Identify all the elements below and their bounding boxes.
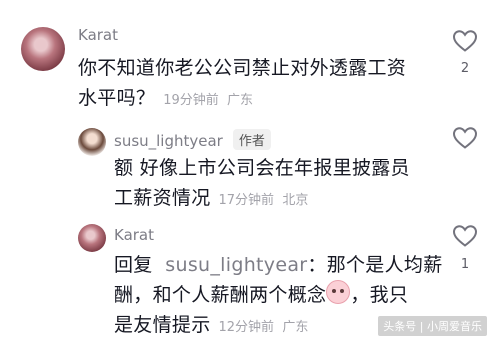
comment-1: Karat 你不知道你老公公司禁止对外透露工资 水平吗？ 19分钟前 广东 2	[0, 0, 499, 112]
comment-time: 17分钟前	[218, 193, 275, 208]
comment-text-line: 工薪资情况	[114, 187, 211, 209]
comment-text: 你不知道你老公公司禁止对外透露工资 水平吗？ 19分钟前 广东	[78, 53, 406, 116]
comment-text-line: 你不知道你老公公司禁止对外透露工资	[78, 57, 407, 79]
heart-outline-icon[interactable]	[452, 29, 478, 53]
avatar[interactable]	[78, 128, 106, 156]
comment-author[interactable]: Karat	[114, 226, 154, 244]
comment-text-line: 是友情提示	[114, 314, 211, 336]
comment-location: 广东	[282, 320, 309, 335]
avatar[interactable]	[21, 27, 65, 71]
reply-to-user[interactable]: susu_lightyear	[165, 254, 307, 276]
comment-time: 12分钟前	[218, 320, 275, 335]
comment-text-line: 额 好像上市公司会在年报里披露员	[114, 157, 410, 179]
comment-text-line: ：那个是人均薪	[307, 254, 443, 276]
comment-time: 19分钟前	[163, 93, 219, 108]
comment-text-line: 酬，和个人薪酬两个概念	[114, 284, 327, 306]
comment-meta: 19分钟前 广东	[163, 93, 253, 108]
like-count: 1	[460, 257, 470, 272]
like-count: 2	[460, 61, 470, 76]
avatar[interactable]	[78, 224, 106, 252]
author-badge: 作者	[232, 129, 271, 150]
reply-prefix: 回复	[114, 254, 153, 276]
comment-location: 广东	[227, 93, 254, 108]
comment-text-line: ，我只	[350, 284, 409, 306]
comment-author[interactable]: susu_lightyear	[114, 132, 223, 150]
comment-text-line: 水平吗？	[78, 87, 156, 109]
heart-outline-icon[interactable]	[452, 224, 478, 248]
comment-author-row: susu_lightyear 作者	[114, 129, 271, 150]
crying-face-emoji	[326, 280, 351, 304]
comment-meta: 12分钟前 广东	[219, 320, 309, 335]
comment-meta: 17分钟前 北京	[219, 193, 309, 208]
comment-author[interactable]: Karat	[78, 26, 118, 44]
comment-text: 额 好像上市公司会在年报里披露员 工薪资情况 17分钟前 北京	[114, 153, 410, 216]
comment-location: 北京	[282, 193, 309, 208]
heart-outline-icon[interactable]	[452, 126, 478, 150]
comment-2: susu_lightyear 作者 额 好像上市公司会在年报里披露员 工薪资情况 1…	[0, 112, 499, 220]
watermark: 头条号 | 小周爱音乐	[378, 316, 487, 336]
